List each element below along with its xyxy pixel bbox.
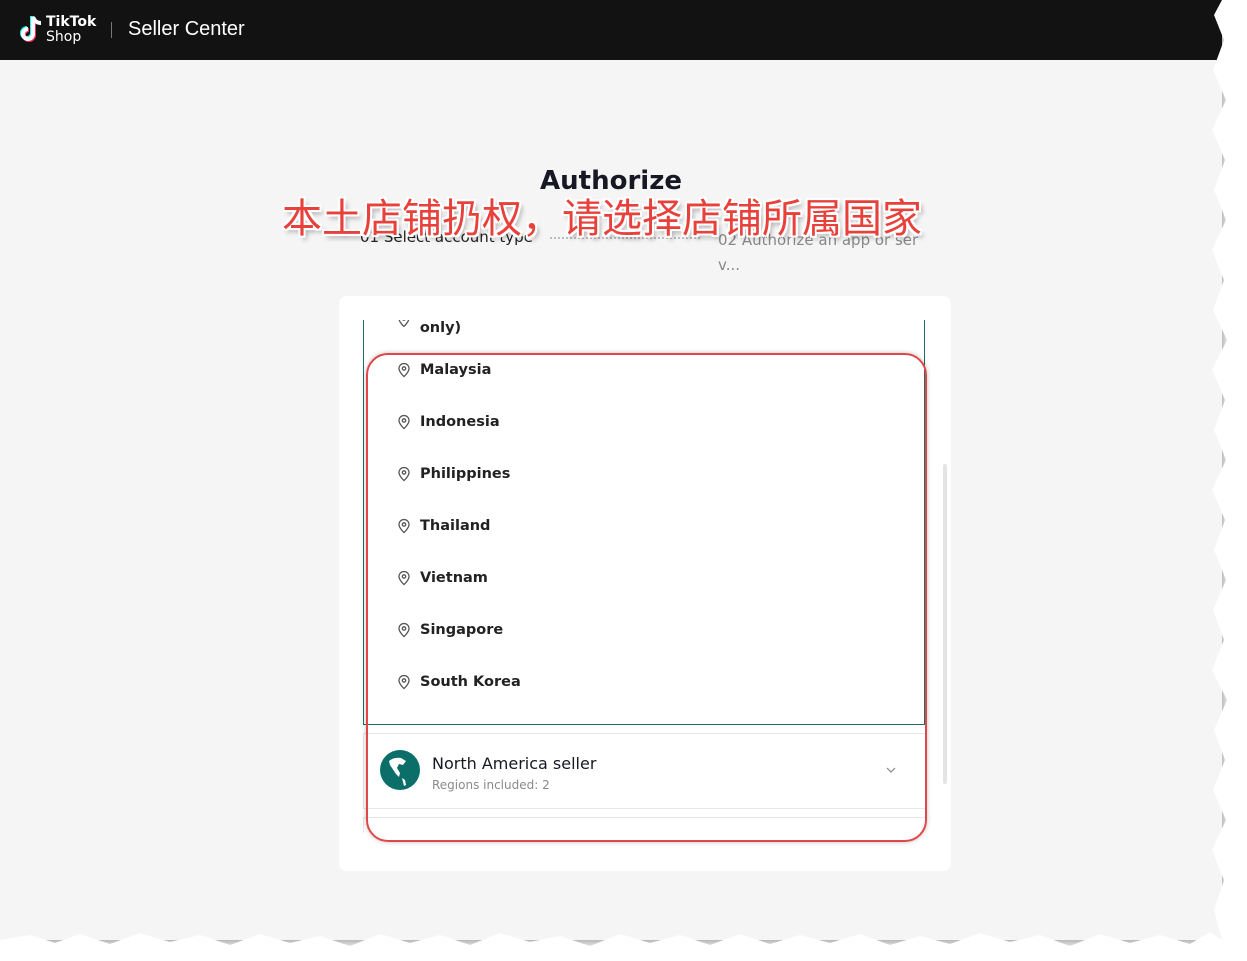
logo-line-2: Shop <box>46 29 82 45</box>
region-item-cross-border[interactable]: Chinese mainland and the Hong Kong SAR (… <box>396 320 924 336</box>
card-scrollbar[interactable] <box>943 464 947 784</box>
seller-center-title[interactable]: Seller Center <box>128 18 245 41</box>
tiktok-shop-logo-text: TikTok Shop <box>46 15 96 45</box>
annotation-highlight-box <box>366 353 927 842</box>
top-navigation-bar: TikTok Shop Seller Center <box>0 0 1222 60</box>
tiktok-logo-icon <box>20 16 42 42</box>
screenshot-frame: TikTok Shop Seller Center Authorize 01 S… <box>0 0 1222 940</box>
location-pin-icon <box>398 320 410 328</box>
region-label: Chinese mainland and the Hong Kong SAR (… <box>419 320 462 336</box>
logo-line-1: TikTok <box>46 14 97 30</box>
annotation-text: 本土店铺扔权，请选择店铺所属国家 <box>282 196 922 242</box>
header-divider <box>111 22 112 38</box>
